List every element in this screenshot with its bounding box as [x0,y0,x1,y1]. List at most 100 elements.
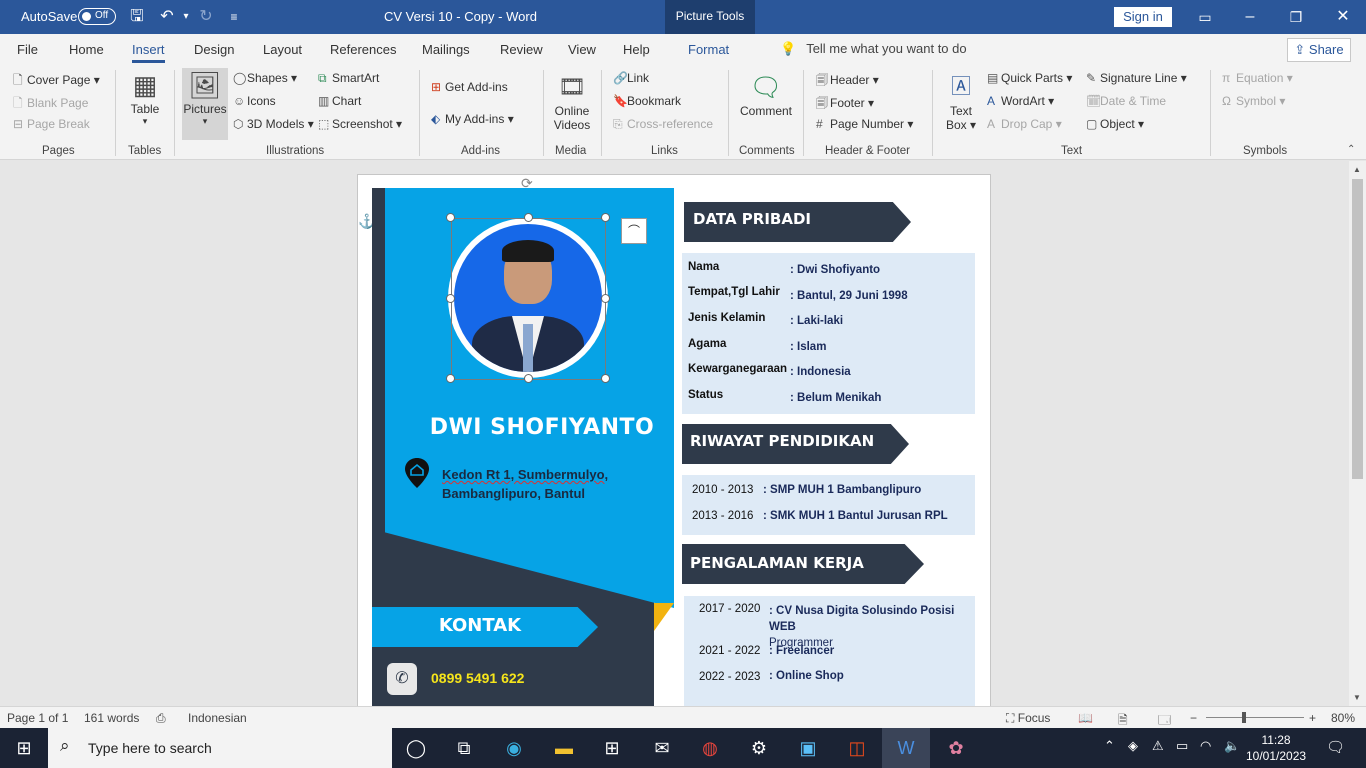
tab-insert[interactable]: Insert [132,42,165,63]
zoom-out-icon[interactable]: − [1190,711,1197,725]
signature-line-button[interactable]: ✎ Signature Line ▾ [1086,71,1187,85]
close-icon[interactable]: ✕ [1333,7,1353,27]
smartart-button[interactable]: ⧉ SmartArt [318,71,379,86]
tray-alert-icon[interactable]: ⚠ [1152,738,1164,754]
cross-reference-button[interactable]: ⎘ Cross-reference [613,117,713,132]
tab-review[interactable]: Review [500,42,543,57]
resize-handle[interactable] [524,374,533,383]
edge-icon[interactable]: ◉ [502,736,526,760]
battery-icon[interactable]: ▭ [1176,738,1188,754]
resize-handle[interactable] [446,213,455,222]
get-addins-button[interactable]: ⊞ Get Add-ins [431,80,508,94]
minimize-icon[interactable]: – [1240,7,1260,27]
tab-home[interactable]: Home [69,42,104,57]
resize-handle[interactable] [601,374,610,383]
zoom-level[interactable]: 80% [1331,711,1355,725]
redo-icon[interactable]: ↻ [196,7,216,27]
page-count[interactable]: Page 1 of 1 [7,711,68,725]
undo-icon[interactable]: ↶ [157,7,177,27]
3d-models-button[interactable]: ⬡ 3D Models ▾ [233,117,314,131]
resize-handle[interactable] [446,294,455,303]
text-box-button[interactable]: 🄰 Text Box ▾ [941,70,981,132]
vertical-scrollbar[interactable]: ▲ ▼ [1349,161,1366,706]
collapse-ribbon-icon[interactable]: ⌃ [1347,144,1355,155]
bookmark-button[interactable]: 🔖Bookmark [613,94,681,108]
page-number-button[interactable]: # Page Number ▾ [816,117,913,131]
taskbar-search[interactable]: ⌕ Type here to search [48,728,392,768]
rotate-handle-icon[interactable]: ⟳ [521,175,533,192]
chrome-icon[interactable]: ◍ [698,736,722,760]
zoom-slider[interactable] [1206,717,1304,718]
save-icon[interactable]: 🖫 [127,7,147,27]
page-break-button[interactable]: ⊟ Page Break [13,117,90,131]
share-button[interactable]: ⇪ Share [1287,38,1351,62]
tab-references[interactable]: References [330,42,396,57]
layout-options-icon[interactable]: ⌒ [621,218,647,244]
resize-handle[interactable] [601,294,610,303]
word-count[interactable]: 161 words [84,711,139,725]
undo-dropdown-icon[interactable]: ▾ [176,7,196,27]
drop-cap-button[interactable]: A Drop Cap ▾ [987,117,1062,131]
picture-selection-box[interactable] [451,218,606,380]
tell-me-search[interactable]: 💡 Tell me what you want to do [780,41,967,57]
pictures-button[interactable]: 🖼 Pictures ▾ [182,68,228,140]
tray-chevron-icon[interactable]: ⌃ [1104,738,1115,754]
proofing-icon[interactable]: ⎙ [156,711,166,726]
tab-layout[interactable]: Layout [263,42,302,57]
task-view-icon[interactable]: ⧉ [452,736,476,760]
taskbar-clock[interactable]: 11:28 10/01/2023 [1246,732,1306,764]
document-page[interactable]: ⚓ ⟳ ⌒ DWI SHOFIYANTO Kedon Rt 1, Sumberm… [357,174,991,706]
symbol-button[interactable]: Ω Symbol ▾ [1222,94,1285,108]
autosave-toggle[interactable]: Off [78,8,116,25]
customize-qat-icon[interactable]: ≡ [224,7,244,27]
windows-start-icon[interactable]: ⊞ [12,736,36,760]
file-explorer-icon[interactable]: ▬ [552,736,576,760]
cover-page-button[interactable]: 🗋 Cover Page ▾ [13,71,100,92]
object-button[interactable]: ▢ Object ▾ [1086,117,1144,131]
tab-format[interactable]: Format [688,42,729,57]
focus-button[interactable]: ⛶ Focus [1006,711,1050,726]
ribbon-display-icon[interactable]: ▭ [1195,7,1215,27]
date-time-button[interactable]: 🗓Date & Time [1086,94,1166,108]
screenshot-button[interactable]: ⬚ Screenshot ▾ [318,117,402,131]
resize-handle[interactable] [601,213,610,222]
tab-view[interactable]: View [568,42,596,57]
resize-handle[interactable] [524,213,533,222]
wordart-button[interactable]: A WordArt ▾ [987,94,1054,108]
language-indicator[interactable]: Indonesian [188,711,247,725]
word-icon[interactable]: W [894,736,918,760]
my-addins-button[interactable]: ⬖ My Add-ins ▾ [431,112,514,126]
zoom-slider-thumb[interactable] [1242,712,1246,723]
restore-icon[interactable]: ❐ [1286,7,1306,27]
paint-icon[interactable]: ✿ [944,736,968,760]
tab-design[interactable]: Design [194,42,234,57]
header-button[interactable]: 🗐 Header ▾ [816,71,879,92]
tab-mailings[interactable]: Mailings [422,42,470,57]
notifications-icon[interactable]: 🗨 [1326,738,1345,756]
shapes-button[interactable]: ◯Shapes ▾ [233,71,297,85]
quick-parts-button[interactable]: ▤ Quick Parts ▾ [987,71,1072,85]
chart-button[interactable]: ▥ Chart [318,94,361,108]
footer-button[interactable]: 🗐 Footer ▾ [816,94,874,115]
control-panel-icon[interactable]: ▣ [796,736,820,760]
tab-help[interactable]: Help [623,42,650,57]
blank-page-button[interactable]: 🗋 Blank Page [13,94,88,115]
mail-icon[interactable]: ✉ [650,736,674,760]
settings-icon[interactable]: ⚙ [747,736,771,760]
cortana-icon[interactable]: ◯ [404,736,428,760]
office-icon[interactable]: ◫ [845,736,869,760]
tray-app-icon[interactable]: ◈ [1128,738,1138,754]
zoom-in-icon[interactable]: + [1309,711,1316,725]
icons-button[interactable]: ☺ Icons [233,94,276,108]
volume-icon[interactable]: 🔈 [1224,738,1240,754]
comment-button[interactable]: 🗨 Comment [736,70,796,118]
tab-file[interactable]: File [17,42,38,57]
sign-in-button[interactable]: Sign in [1114,7,1172,27]
online-videos-button[interactable]: 🎞 Online Videos [550,70,594,132]
link-button[interactable]: 🔗Link [613,71,649,85]
table-button[interactable]: ▦ Table ▾ [124,68,166,127]
equation-button[interactable]: π Equation ▾ [1222,71,1293,85]
scrollbar-thumb[interactable] [1352,179,1363,479]
resize-handle[interactable] [446,374,455,383]
read-mode-icon[interactable]: 📖 [1078,711,1093,725]
